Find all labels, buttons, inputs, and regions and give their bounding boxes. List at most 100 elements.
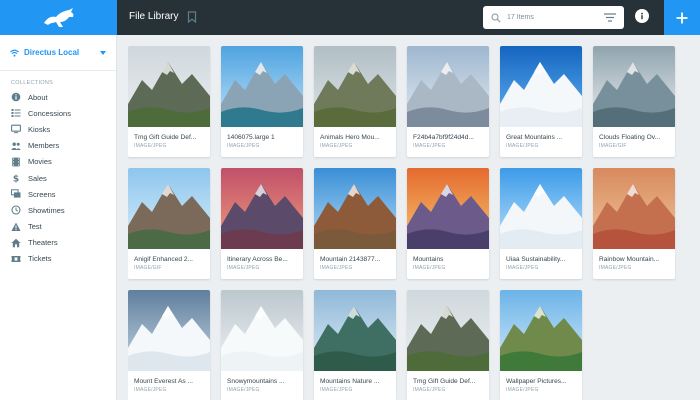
page-title: File Library xyxy=(129,11,179,22)
file-card[interactable]: Itinerary Across Be... IMAGE/JPEG xyxy=(221,168,303,279)
file-title: Clouds Floating Ov... xyxy=(599,134,661,141)
bookmark-icon[interactable] xyxy=(187,11,197,23)
sidebar-item-label: Tickets xyxy=(28,254,52,264)
monitor-icon xyxy=(11,124,21,134)
file-type: IMAGE/JPEG xyxy=(320,143,353,149)
info-button[interactable] xyxy=(635,9,649,23)
sidebar-item-showtimes[interactable]: Showtimes xyxy=(0,202,116,218)
people-icon xyxy=(11,141,21,151)
file-type: IMAGE/JPEG xyxy=(134,387,167,393)
file-title: Tmg Gift Guide Def... xyxy=(134,134,197,141)
file-thumbnail-image xyxy=(407,168,489,249)
file-thumbnail-image xyxy=(407,46,489,127)
app-logo[interactable] xyxy=(0,0,117,35)
sidebar-item-about[interactable]: About xyxy=(0,89,116,105)
sidebar-item-screens[interactable]: Screens xyxy=(0,186,116,202)
sidebar-item-test[interactable]: Test xyxy=(0,219,116,235)
sidebar-item-members[interactable]: Members xyxy=(0,138,116,154)
file-type: IMAGE/JPEG xyxy=(134,143,167,149)
add-file-button[interactable] xyxy=(664,0,700,35)
file-title: Animals Hero Mou... xyxy=(320,134,380,141)
sidebar-item-concessions[interactable]: Concessions xyxy=(0,105,116,121)
file-title: Itinerary Across Be... xyxy=(227,256,288,263)
home-icon xyxy=(11,238,21,248)
clock-icon xyxy=(11,205,21,215)
sidebar: Directus Local COLLECTIONS About Concessi… xyxy=(0,35,117,400)
plus-icon xyxy=(676,12,688,23)
file-thumbnail-image xyxy=(128,168,210,249)
collection-nav: About Concessions Kiosks Members Movies $ Sale… xyxy=(0,89,116,267)
file-grid: Tmg Gift Guide Def... IMAGE/JPEG 1406075.l… xyxy=(128,46,700,400)
sidebar-item-label: Sales xyxy=(28,173,47,183)
sidebar-item-label: Showtimes xyxy=(28,205,65,215)
sidebar-item-sales[interactable]: $ Sales xyxy=(0,170,116,186)
file-card[interactable]: Tmg Gift Guide Def... IMAGE/JPEG xyxy=(128,46,210,157)
sidebar-item-label: Movies xyxy=(28,157,52,167)
file-thumbnail-image xyxy=(593,168,675,249)
file-card[interactable]: F24b4a7bf9f24d4d... IMAGE/JPEG xyxy=(407,46,489,157)
wifi-icon xyxy=(10,49,19,57)
sidebar-item-label: Concessions xyxy=(28,108,71,118)
header-bar: File Library xyxy=(117,0,700,35)
file-card[interactable]: Snowymountains ... IMAGE/JPEG xyxy=(221,290,303,400)
sidebar-item-label: About xyxy=(28,92,48,102)
file-type: IMAGE/JPEG xyxy=(599,265,632,271)
file-thumbnail-image xyxy=(221,46,303,127)
file-type: IMAGE/JPEG xyxy=(413,143,446,149)
file-thumbnail-image xyxy=(314,290,396,371)
file-card[interactable]: Clouds Floating Ov... IMAGE/GIF xyxy=(593,46,675,157)
file-thumbnail-image xyxy=(500,290,582,371)
file-thumbnail-image xyxy=(221,290,303,371)
file-thumbnail-image xyxy=(128,46,210,127)
file-card[interactable]: Animals Hero Mou... IMAGE/JPEG xyxy=(314,46,396,157)
sidebar-item-label: Screens xyxy=(28,189,56,199)
sidebar-item-label: Kiosks xyxy=(28,124,51,134)
filter-icon[interactable] xyxy=(604,13,616,22)
file-type: IMAGE/JPEG xyxy=(506,143,539,149)
file-type: IMAGE/GIF xyxy=(599,143,627,149)
warning-icon xyxy=(11,222,21,232)
file-card[interactable]: Mountains Nature ... IMAGE/JPEG xyxy=(314,290,396,400)
file-card[interactable]: Uiaa Sustainability... IMAGE/JPEG xyxy=(500,168,582,279)
file-thumbnail-image xyxy=(128,290,210,371)
ticket-icon xyxy=(11,254,21,264)
file-card[interactable]: Great Mountains ... IMAGE/JPEG xyxy=(500,46,582,157)
file-card[interactable]: Rainbow Mountain... IMAGE/JPEG xyxy=(593,168,675,279)
screens-icon xyxy=(11,189,21,199)
file-title: Rainbow Mountain... xyxy=(599,256,660,263)
file-card[interactable]: 1406075.large 1 IMAGE/JPEG xyxy=(221,46,303,157)
file-thumbnail-image xyxy=(500,46,582,127)
file-title: Great Mountains ... xyxy=(506,134,563,141)
file-title: Mountains xyxy=(413,256,444,263)
file-type: IMAGE/JPEG xyxy=(413,265,446,271)
file-card[interactable]: Anigif Enhanced 2... IMAGE/GIF xyxy=(128,168,210,279)
info-icon xyxy=(11,92,21,102)
svg-text:$: $ xyxy=(13,175,19,183)
file-thumbnail-image xyxy=(221,168,303,249)
sidebar-item-theaters[interactable]: Theaters xyxy=(0,235,116,251)
sidebar-item-movies[interactable]: Movies xyxy=(0,154,116,170)
file-type: IMAGE/JPEG xyxy=(320,387,353,393)
sidebar-item-kiosks[interactable]: Kiosks xyxy=(0,121,116,137)
file-thumbnail-image xyxy=(314,168,396,249)
chevron-down-icon xyxy=(100,50,106,55)
sidebar-item-label: Theaters xyxy=(28,238,58,248)
project-switcher[interactable]: Directus Local xyxy=(0,35,116,71)
file-type: IMAGE/GIF xyxy=(134,265,162,271)
file-card[interactable]: Mountain 2143877... IMAGE/JPEG xyxy=(314,168,396,279)
sidebar-item-tickets[interactable]: Tickets xyxy=(0,251,116,267)
file-type: IMAGE/JPEG xyxy=(413,387,446,393)
file-card[interactable]: Wallpaper Pictures... IMAGE/JPEG xyxy=(500,290,582,400)
file-title: Wallpaper Pictures... xyxy=(506,378,567,385)
info-icon xyxy=(641,12,643,20)
file-card[interactable]: Tmg Gift Guide Def... IMAGE/JPEG xyxy=(407,290,489,400)
search-input[interactable] xyxy=(507,14,593,21)
file-card[interactable]: Mountains IMAGE/JPEG xyxy=(407,168,489,279)
file-card[interactable]: Mount Everest As ... IMAGE/JPEG xyxy=(128,290,210,400)
file-type: IMAGE/JPEG xyxy=(227,387,260,393)
file-title: 1406075.large 1 xyxy=(227,134,275,141)
film-icon xyxy=(11,157,21,167)
file-type: IMAGE/JPEG xyxy=(227,265,260,271)
file-title: Snowymountains ... xyxy=(227,378,285,385)
collections-heading: COLLECTIONS xyxy=(11,80,54,86)
